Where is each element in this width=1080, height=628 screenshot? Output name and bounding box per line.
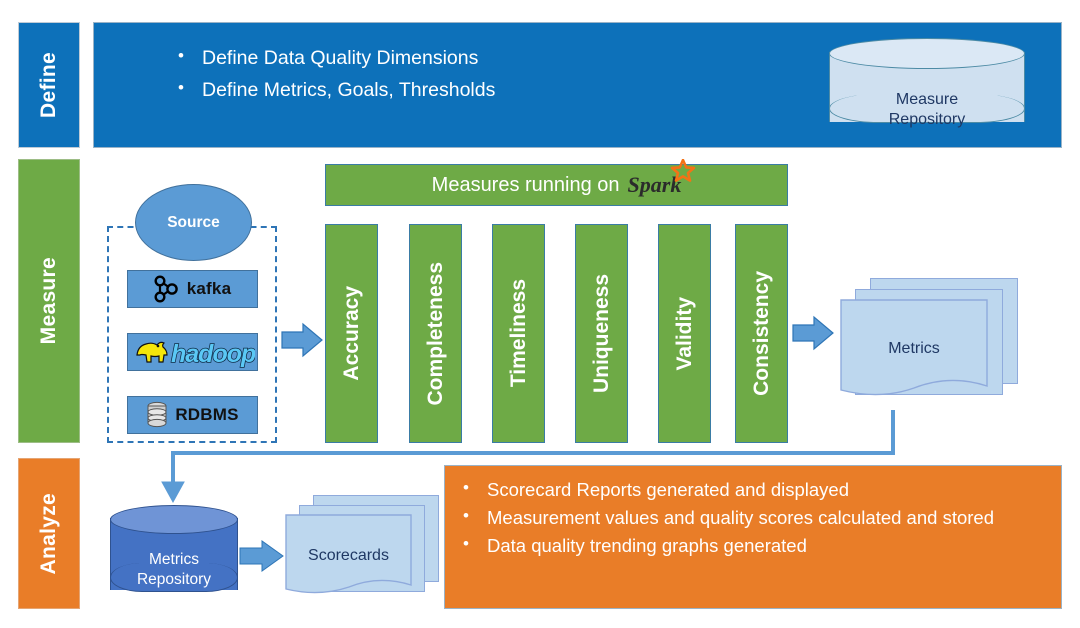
spark-banner: Measures running on Spark <box>325 159 788 206</box>
dimension-column-validity[interactable]: Validity <box>658 224 711 443</box>
metrics-repository-cylinder: Metrics Repository <box>110 505 238 605</box>
analyze-bullet-1: Scorecard Reports generated and displaye… <box>453 477 1047 503</box>
measure-repository-cylinder: Measure Repository <box>829 38 1025 136</box>
spark-banner-text: Measures running on <box>431 173 620 196</box>
measure-repository-label: Measure Repository <box>829 90 1025 131</box>
band-label-measure-text: Measure <box>37 257 60 345</box>
arrow-repository-to-scorecards <box>239 540 284 572</box>
dimension-label-completeness: Completeness <box>423 261 447 406</box>
spark-logo: Spark <box>628 159 695 198</box>
diagram-canvas: Define Define Data Quality Dimensions De… <box>0 0 1080 628</box>
analyze-bullet-3: Data quality trending graphs generated <box>453 533 1047 559</box>
source-chip-kafka-label: kafka <box>186 279 232 298</box>
dimension-label-accuracy: Accuracy <box>339 286 363 381</box>
dimension-column-accuracy[interactable]: Accuracy <box>325 224 378 443</box>
source-chip-hadoop[interactable]: hadoop hadoop <box>127 333 258 371</box>
measure-repository-line2: Repository <box>888 111 966 129</box>
dimension-label-consistency: Consistency <box>749 271 773 396</box>
database-icon <box>147 401 167 428</box>
dimension-label-timeliness: Timeliness <box>506 279 530 388</box>
source-label: Source <box>167 213 220 231</box>
source-chip-rdbms[interactable]: RDBMS <box>127 396 258 434</box>
dimension-column-consistency[interactable]: Consistency <box>735 224 788 443</box>
source-chip-kafka[interactable]: kafka <box>127 270 258 308</box>
band-body-define: Define Data Quality Dimensions Define Me… <box>93 22 1062 148</box>
source-chip-rdbms-label: RDBMS <box>175 405 239 424</box>
scorecards-stack: Scorecards <box>285 495 445 615</box>
scorecards-label: Scorecards <box>308 547 389 564</box>
band-label-analyze-text: Analyze <box>37 492 60 575</box>
band-label-measure: Measure <box>18 159 80 443</box>
spark-banner-content: Measures running on Spark <box>326 159 787 205</box>
dimension-column-completeness[interactable]: Completeness <box>409 224 462 443</box>
analyze-bullet-list: Scorecard Reports generated and displaye… <box>453 477 1047 559</box>
metrics-repository-label: Metrics Repository <box>110 550 238 590</box>
dimension-column-uniqueness[interactable]: Uniqueness <box>575 224 628 443</box>
band-label-define-text: Define <box>37 52 60 118</box>
metrics-repository-line2: Repository <box>136 570 212 588</box>
band-label-define: Define <box>18 22 80 148</box>
dimension-column-timeliness[interactable]: Timeliness <box>492 224 545 443</box>
metrics-stack: Metrics <box>840 278 1020 418</box>
metrics-cylinder-top-cap <box>110 505 238 534</box>
arrow-sources-to-dimensions <box>281 322 323 358</box>
measure-repository-line1: Measure <box>895 91 959 108</box>
arrow-dimensions-to-metrics <box>792 315 834 351</box>
dimension-label-uniqueness: Uniqueness <box>589 273 613 394</box>
source-ellipse: Source <box>135 184 252 261</box>
metrics-repository-line1: Metrics <box>149 551 199 568</box>
kafka-logo-icon <box>154 275 178 303</box>
analyze-bullet-2: Measurement values and quality scores ca… <box>453 505 1047 531</box>
spark-star-icon <box>670 159 695 182</box>
hadoop-logo-icon: hadoop <box>135 339 255 369</box>
band-body-analyze: Scorecard Reports generated and displaye… <box>444 465 1062 609</box>
cylinder-top-cap <box>829 38 1025 69</box>
band-label-analyze: Analyze <box>18 458 80 609</box>
svg-text:hadoop: hadoop <box>171 340 255 368</box>
dimension-label-validity: Validity <box>672 296 696 371</box>
metrics-label: Metrics <box>888 340 940 357</box>
